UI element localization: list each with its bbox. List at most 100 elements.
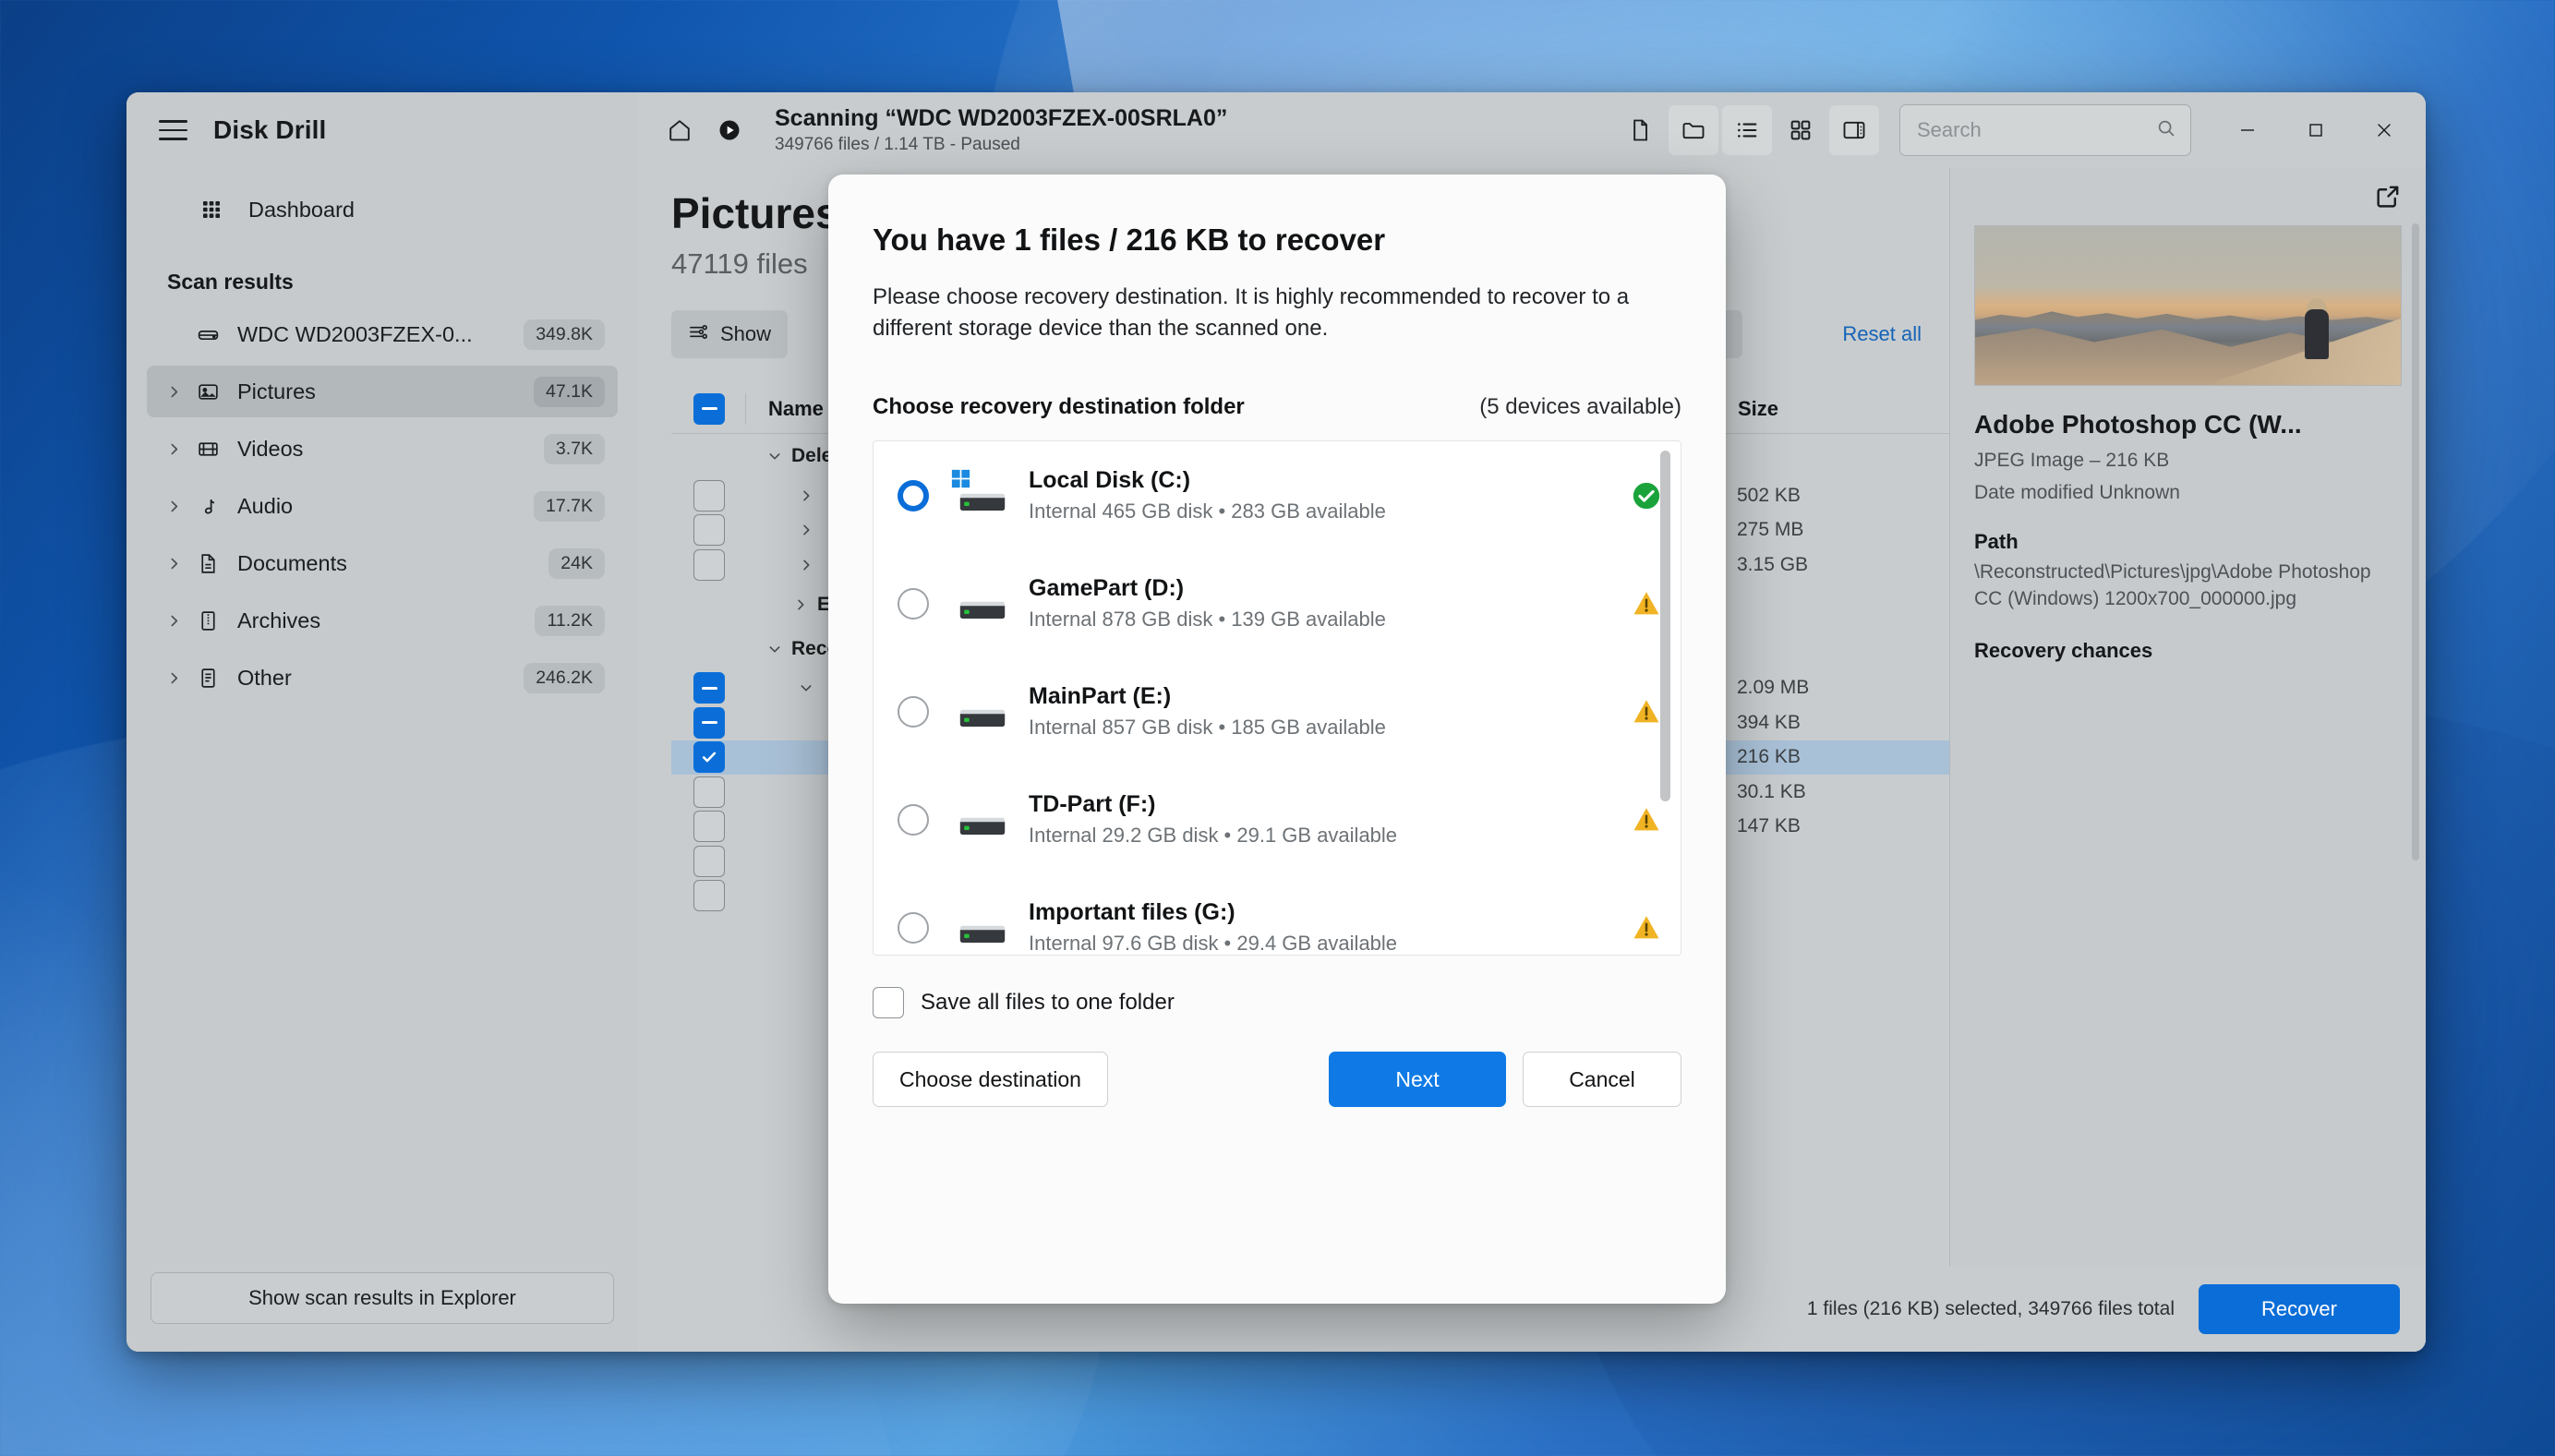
row-checkbox-cell — [671, 707, 745, 739]
search-icon[interactable] — [2155, 117, 2177, 144]
sidebar-item-pictures[interactable]: Pictures 47.1K — [147, 366, 618, 417]
row-size-cell: 3.15 GB — [1713, 554, 1925, 576]
preview-thumbnail[interactable] — [1974, 225, 2402, 386]
device-icon — [949, 903, 1016, 953]
app-title: Disk Drill — [213, 115, 326, 145]
cancel-button[interactable]: Cancel — [1523, 1052, 1681, 1107]
minimize-icon[interactable] — [2215, 105, 2280, 155]
search-input[interactable] — [1917, 118, 2155, 142]
chevron-down-icon[interactable] — [767, 642, 782, 656]
chevron-right-icon[interactable] — [158, 670, 189, 686]
play-circle-icon[interactable] — [705, 105, 754, 155]
row-checkbox[interactable] — [693, 741, 725, 773]
search-box[interactable] — [1899, 104, 2191, 156]
row-size-cell: 30.1 KB — [1713, 781, 1925, 803]
sidebar-item-archives-count: 11.2K — [535, 606, 605, 636]
chevron-right-icon[interactable] — [158, 441, 189, 457]
file-view-button[interactable] — [1615, 105, 1665, 155]
device-row-local-disk-c[interactable]: Local Disk (C:) Internal 465 GB disk • 2… — [874, 441, 1681, 549]
devices-available-count: (5 devices available) — [1479, 394, 1681, 420]
device-text: MainPart (E:) Internal 857 GB disk • 185… — [1029, 683, 1612, 740]
hamburger-icon[interactable] — [152, 110, 193, 150]
dialog-title: You have 1 files / 216 KB to recover — [873, 223, 1681, 258]
recover-button[interactable]: Recover — [2199, 1284, 2400, 1334]
home-icon[interactable] — [655, 105, 705, 155]
column-header-size[interactable]: Size — [1713, 393, 1925, 425]
preview-file-name: Adobe Photoshop CC (W... — [1974, 410, 2402, 439]
row-checkbox[interactable] — [693, 880, 725, 911]
show-in-explorer-button[interactable]: Show scan results in Explorer — [151, 1272, 614, 1324]
chevron-right-icon[interactable] — [158, 499, 189, 514]
chevron-down-icon[interactable] — [767, 449, 782, 463]
chevron-right-icon[interactable] — [158, 613, 189, 629]
scan-status: Scanning “WDC WD2003FZEX-00SRLA0” 349766… — [775, 105, 1227, 155]
sidebar-item-audio[interactable]: Audio 17.7K — [147, 480, 618, 532]
status-text: 1 files (216 KB) selected, 349766 files … — [1807, 1298, 2175, 1320]
device-row-mainpart-e[interactable]: MainPart (E:) Internal 857 GB disk • 185… — [874, 657, 1681, 765]
row-checkbox-cell — [671, 741, 745, 773]
sidebar-item-other[interactable]: Other 246.2K — [147, 652, 618, 704]
close-icon[interactable] — [2352, 105, 2416, 155]
chevron-right-icon[interactable] — [793, 597, 808, 612]
preview-panel-toggle[interactable] — [1829, 105, 1879, 155]
music-note-icon — [191, 495, 224, 518]
preview-scrollbar[interactable] — [2412, 223, 2419, 860]
toolbar: Scanning “WDC WD2003FZEX-00SRLA0” 349766… — [638, 92, 2426, 168]
choose-destination-button[interactable]: Choose destination — [873, 1052, 1108, 1107]
device-radio[interactable] — [898, 588, 929, 620]
sidebar-item-other-count: 246.2K — [524, 663, 605, 693]
device-status-warning-icon — [1612, 912, 1681, 944]
device-details: Internal 29.2 GB disk • 29.1 GB availabl… — [1029, 824, 1612, 848]
folder-view-button[interactable] — [1669, 105, 1718, 155]
chevron-right-icon[interactable] — [799, 558, 814, 572]
row-checkbox[interactable] — [693, 776, 725, 808]
row-checkbox[interactable] — [693, 846, 725, 877]
row-checkbox[interactable] — [693, 480, 725, 511]
sidebar-item-videos[interactable]: Videos 3.7K — [147, 423, 618, 475]
save-one-folder-checkbox[interactable] — [873, 987, 904, 1018]
reset-all-link[interactable]: Reset all — [1842, 322, 1922, 346]
device-radio[interactable] — [898, 804, 929, 836]
row-checkbox-cell — [671, 811, 745, 842]
select-all-checkbox-cell — [671, 393, 745, 425]
sidebar-section-scan-results: Scan results — [127, 263, 638, 300]
device-row-td-part-f[interactable]: TD-Part (F:) Internal 29.2 GB disk • 29.… — [874, 765, 1681, 873]
sidebar-item-wdc-drive[interactable]: WDC WD2003FZEX-0... 349.8K — [147, 308, 618, 360]
grid-view-button[interactable] — [1776, 105, 1826, 155]
row-checkbox-cell — [671, 672, 745, 704]
device-row-gamepart-d[interactable]: GamePart (D:) Internal 878 GB disk • 139… — [874, 549, 1681, 657]
list-view-button[interactable] — [1722, 105, 1772, 155]
recovery-destination-dialog: You have 1 files / 216 KB to recover Ple… — [828, 174, 1726, 1304]
chevron-right-icon[interactable] — [158, 384, 189, 400]
device-text: TD-Part (F:) Internal 29.2 GB disk • 29.… — [1029, 791, 1612, 848]
device-list-scrollbar[interactable] — [1660, 451, 1670, 801]
row-checkbox[interactable] — [693, 707, 725, 739]
show-filter-button[interactable]: Show — [671, 310, 788, 358]
chevron-right-icon[interactable] — [799, 523, 814, 537]
device-radio[interactable] — [898, 480, 929, 511]
sidebar-item-dashboard[interactable]: Dashboard — [147, 184, 618, 235]
next-button[interactable]: Next — [1329, 1052, 1506, 1107]
sidebar-item-documents-count: 24K — [548, 548, 605, 579]
chevron-right-icon[interactable] — [799, 488, 814, 503]
maximize-icon[interactable] — [2284, 105, 2348, 155]
device-radio[interactable] — [898, 696, 929, 728]
sidebar-item-audio-count: 17.7K — [534, 491, 605, 522]
select-all-checkbox[interactable] — [693, 393, 725, 425]
sidebar-item-pictures-label: Pictures — [237, 379, 534, 404]
device-details: Internal 97.6 GB disk • 29.4 GB availabl… — [1029, 932, 1612, 956]
device-row-important-files-g[interactable]: Important files (G:) Internal 97.6 GB di… — [874, 873, 1681, 956]
device-radio[interactable] — [898, 912, 929, 944]
row-checkbox[interactable] — [693, 549, 725, 581]
row-size-cell: 275 MB — [1713, 519, 1925, 541]
chevron-down-icon[interactable] — [799, 680, 814, 695]
sidebar-item-documents[interactable]: Documents 24K — [147, 537, 618, 589]
save-one-folder-label[interactable]: Save all files to one folder — [921, 990, 1175, 1016]
row-checkbox[interactable] — [693, 811, 725, 842]
sidebar-item-archives[interactable]: Archives 11.2K — [147, 595, 618, 646]
sidebar-item-other-label: Other — [237, 666, 524, 691]
chevron-right-icon[interactable] — [158, 556, 189, 572]
row-checkbox[interactable] — [693, 514, 725, 546]
open-external-icon[interactable] — [2375, 183, 2402, 214]
row-checkbox[interactable] — [693, 672, 725, 704]
